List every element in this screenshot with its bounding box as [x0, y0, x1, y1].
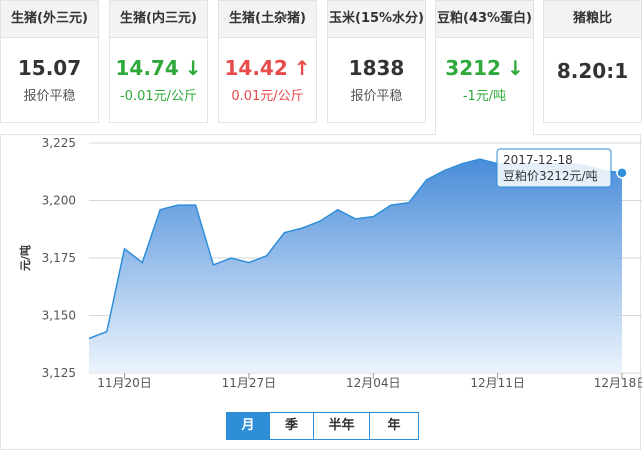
range-year-button[interactable]: 年: [370, 412, 419, 440]
card-value: 14.42 ↑: [224, 56, 311, 80]
price-chart: 3,125 3,150 3,175 3,200 3,225 11月20日 11月27日 12…: [18, 136, 642, 390]
hover-point[interactable]: [616, 167, 628, 179]
card-pig-inner[interactable]: 生猪(内三元) 14.74 ↓ -0.01元/公斤: [109, 0, 208, 123]
card-corn[interactable]: 玉米(15%水分) 1838 报价平稳: [327, 0, 426, 123]
y-tick-label: 3,125: [42, 366, 76, 380]
card-value: 8.20:1: [556, 59, 629, 83]
card-pig-local[interactable]: 生猪(土杂猪) 14.42 ↑ 0.01元/公斤: [218, 0, 317, 123]
arrow-up-icon: ↑: [293, 56, 311, 80]
card-pig-outer[interactable]: 生猪(外三元) 15.07 报价平稳: [0, 0, 99, 123]
arrow-down-icon: ↓: [184, 56, 202, 80]
tooltip: 2017-12-18 豆粕价3212元/吨: [496, 148, 612, 188]
arrow-down-icon: ↓: [506, 56, 524, 80]
card-change: 报价平稳: [23, 89, 76, 104]
y-tick-label: 3,150: [42, 309, 76, 323]
range-selector: 月 季 半年 年: [226, 412, 419, 440]
price-cards: 生猪(外三元) 15.07 报价平稳 生猪(内三元) 14.74 ↓ -0.01元…: [0, 0, 643, 135]
tooltip-value: 豆粕价3212元/吨: [503, 168, 598, 183]
area-fill: [89, 159, 622, 373]
x-tick-label: 12月04日: [346, 376, 401, 390]
chart-panel: 3,125 3,150 3,175 3,200 3,225 11月20日 11月27日 12…: [0, 134, 642, 450]
card-change: 报价平稳: [350, 89, 403, 104]
tooltip-date: 2017-12-18: [503, 153, 573, 167]
card-title: 豆粕(43%蛋白): [436, 1, 533, 38]
y-axis-label: 元/吨: [18, 245, 32, 271]
card-title: 生猪(土杂猪): [219, 1, 316, 38]
range-month-button[interactable]: 月: [226, 412, 270, 440]
x-tick-label: 11月27日: [222, 376, 277, 390]
card-title: 猪粮比: [544, 1, 641, 38]
card-change: 0.01元/公斤: [231, 89, 304, 104]
card-value: 15.07: [17, 56, 82, 80]
y-axis: 3,125 3,150 3,175 3,200 3,225: [42, 136, 76, 380]
card-title: 玉米(15%水分): [328, 1, 425, 38]
range-halfyear-button[interactable]: 半年: [314, 412, 370, 440]
card-value: 14.74 ↓: [115, 56, 202, 80]
card-change: -0.01元/公斤: [119, 89, 198, 104]
y-tick-label: 3,175: [42, 251, 76, 265]
card-title: 生猪(内三元): [110, 1, 207, 38]
x-tick-label: 12月18日: [594, 376, 642, 390]
card-title: 生猪(外三元): [1, 1, 98, 38]
card-soymeal[interactable]: 豆粕(43%蛋白) 3212 ↓ -1元/吨: [435, 0, 534, 135]
y-tick-label: 3,225: [42, 136, 76, 150]
card-value: 3212 ↓: [445, 56, 524, 80]
y-tick-label: 3,200: [42, 194, 76, 208]
x-tick-label: 12月11日: [470, 376, 525, 390]
range-quarter-button[interactable]: 季: [270, 412, 314, 440]
x-tick-label: 11月20日: [97, 376, 152, 390]
x-axis: 11月20日 11月27日 12月04日 12月11日 12月18日: [97, 373, 642, 390]
card-change: -1元/吨: [462, 89, 507, 104]
card-pig-grain-ratio[interactable]: 猪粮比 8.20:1: [543, 0, 642, 123]
card-value: 1838: [348, 56, 405, 80]
